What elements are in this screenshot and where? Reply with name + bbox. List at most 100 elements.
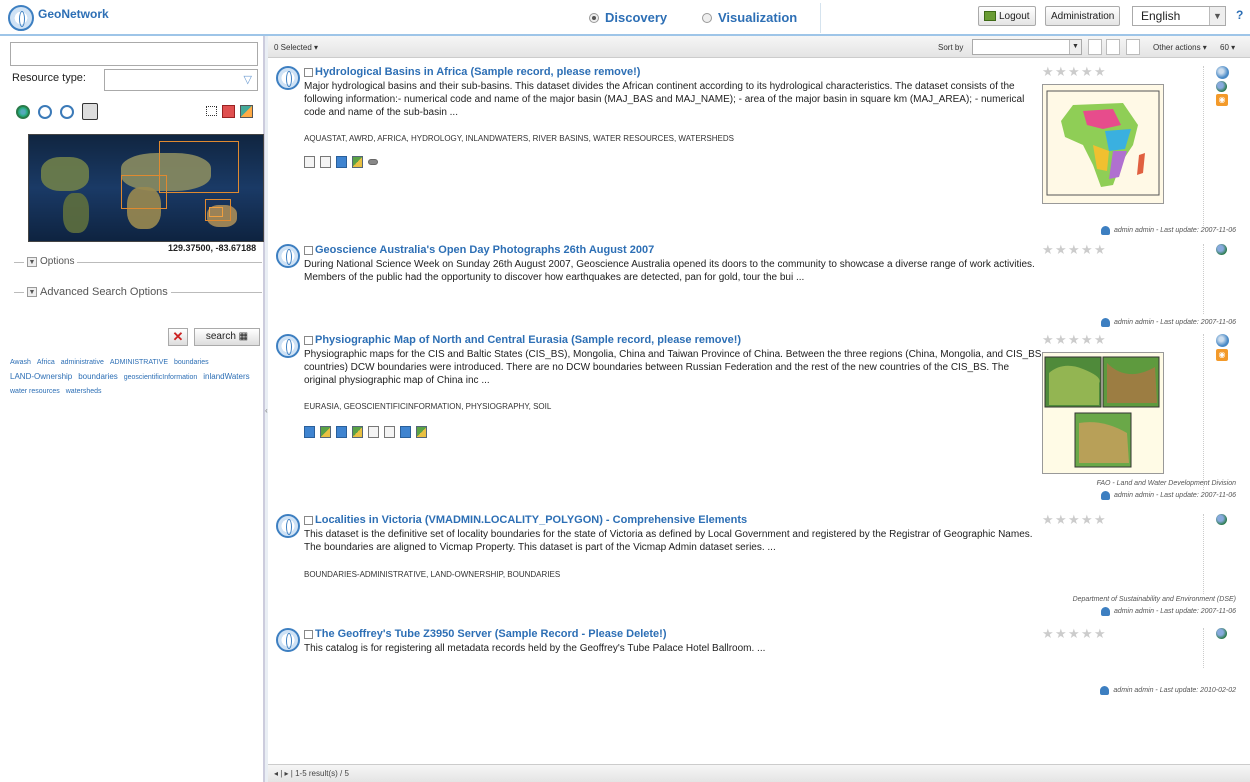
previous-page-button[interactable]: ◂ xyxy=(274,769,278,778)
app-title: GeoNetwork xyxy=(38,7,109,21)
map-icon[interactable] xyxy=(320,426,331,438)
page-size-menu[interactable]: 60 ▾ xyxy=(1220,43,1235,52)
rating-stars[interactable]: ★ ★ ★ ★ ★ xyxy=(1042,64,1107,79)
tag-link[interactable]: water resources xyxy=(10,385,60,399)
record-checkbox[interactable] xyxy=(304,336,313,345)
tag-link[interactable]: administrative xyxy=(61,356,104,370)
view-grid-button[interactable] xyxy=(1106,39,1120,55)
tag-link[interactable]: boundaries xyxy=(174,356,209,370)
map-toolbar xyxy=(12,102,260,124)
clear-extent-icon[interactable] xyxy=(222,105,235,118)
metadata-icon[interactable] xyxy=(384,426,395,438)
record-links xyxy=(304,156,383,170)
google-earth-icon[interactable] xyxy=(1216,628,1227,639)
advanced-search-toggle[interactable]: ▼ Advanced Search Options xyxy=(24,286,171,298)
search-input[interactable] xyxy=(10,42,258,66)
resource-type-select[interactable]: ▽ xyxy=(104,69,258,91)
rss-icon[interactable]: ◉ xyxy=(1216,349,1228,361)
zoom-out-icon[interactable] xyxy=(60,105,74,119)
user-icon xyxy=(1100,686,1110,695)
pan-hand-icon[interactable] xyxy=(82,103,98,120)
record-title[interactable]: Physiographic Map of North and Central E… xyxy=(315,334,741,346)
visualization-mode-radio[interactable]: Visualization xyxy=(702,10,797,25)
record-checkbox[interactable] xyxy=(304,246,313,255)
fao-logo-icon xyxy=(276,628,300,652)
view-full-button[interactable] xyxy=(1126,39,1140,55)
discovery-label: Discovery xyxy=(605,10,668,25)
language-value: English xyxy=(1141,9,1181,23)
zoom-extent-icon[interactable] xyxy=(16,105,30,119)
star-icon: ★ xyxy=(1042,626,1054,641)
star-icon: ★ xyxy=(1094,512,1106,527)
other-actions-menu[interactable]: Other actions ▾ xyxy=(1153,43,1207,52)
tag-link[interactable]: watersheds xyxy=(66,385,102,399)
record-checkbox[interactable] xyxy=(304,68,313,77)
logo[interactable]: GeoNetwork xyxy=(8,5,109,31)
google-earth-icon[interactable] xyxy=(1216,514,1227,525)
language-select[interactable]: English ▼ xyxy=(1132,6,1226,26)
tag-link[interactable]: Africa xyxy=(37,356,55,370)
user-icon xyxy=(1100,226,1110,235)
zoom-in-icon[interactable] xyxy=(38,105,52,119)
header: GeoNetwork Discovery Visualization Logou… xyxy=(0,0,1250,36)
star-icon: ★ xyxy=(1042,64,1054,79)
view-list-button[interactable] xyxy=(1088,39,1102,55)
rating-stars[interactable]: ★ ★ ★ ★ ★ xyxy=(1042,512,1107,527)
record-thumbnail[interactable] xyxy=(1042,84,1164,204)
rating-stars[interactable]: ★ ★ ★ ★ ★ xyxy=(1042,626,1107,641)
tag-link[interactable]: geoscientificInformation xyxy=(124,371,198,385)
google-earth-icon[interactable] xyxy=(1216,244,1227,255)
metadata-icon[interactable] xyxy=(368,426,379,438)
logout-button[interactable]: Logout xyxy=(978,6,1036,26)
record-keywords: AQUASTAT, AWRD, AFRICA, HYDROLOGY, INLAN… xyxy=(304,134,734,143)
clear-button[interactable]: ✕ xyxy=(168,328,188,346)
tag-link[interactable]: Awash xyxy=(10,356,31,370)
star-icon: ★ xyxy=(1042,512,1054,527)
map-icon[interactable] xyxy=(416,426,427,438)
tag-link[interactable]: ADMINISTRATIVE xyxy=(110,356,168,370)
metadata-icon[interactable] xyxy=(320,156,331,168)
rating-stars[interactable]: ★ ★ ★ ★ ★ xyxy=(1042,333,1107,346)
rating-stars[interactable]: ★ ★ ★ ★ ★ xyxy=(1042,243,1107,256)
chevron-down-icon: ▽ xyxy=(243,74,252,86)
selection-menu[interactable]: 0 Selected ▾ xyxy=(274,43,318,52)
record-checkbox[interactable] xyxy=(304,630,313,639)
draw-box-icon[interactable] xyxy=(206,106,217,116)
metadata-icon[interactable] xyxy=(304,156,315,168)
administration-button[interactable]: Administration xyxy=(1045,6,1121,26)
fao-logo-icon xyxy=(276,334,300,358)
download-icon[interactable] xyxy=(336,426,347,438)
record-meta: admin admin - Last update: 2010-02-02 xyxy=(1100,686,1236,695)
record-title[interactable]: Hydrological Basins in Africa (Sample re… xyxy=(315,66,640,78)
globe-icon[interactable] xyxy=(1216,66,1229,79)
layers-icon[interactable] xyxy=(240,105,253,118)
tag-link[interactable]: LAND-Ownership xyxy=(10,370,72,384)
help-link[interactable]: ? xyxy=(1236,8,1243,22)
map-icon[interactable] xyxy=(352,156,363,168)
tag-link[interactable]: inlandWaters xyxy=(203,370,249,384)
chevron-down-icon: ▼ xyxy=(1069,40,1081,54)
rss-icon[interactable]: ◉ xyxy=(1216,94,1228,106)
download-icon[interactable] xyxy=(336,156,347,168)
google-earth-icon[interactable] xyxy=(1216,81,1227,92)
map-icon[interactable] xyxy=(352,426,363,438)
record-title[interactable]: The Geoffrey's Tube Z3950 Server (Sample… xyxy=(315,628,667,640)
result-record: Hydrological Basins in Africa (Sample re… xyxy=(268,64,1250,236)
search-button[interactable]: search ▦ xyxy=(194,328,260,346)
download-icon[interactable] xyxy=(304,426,315,438)
sort-by-select[interactable]: ▼ xyxy=(972,39,1082,55)
star-icon: ★ xyxy=(1081,512,1093,527)
record-checkbox[interactable] xyxy=(304,516,313,525)
record-thumbnail[interactable] xyxy=(1042,352,1164,474)
discovery-mode-radio[interactable]: Discovery xyxy=(589,10,667,25)
record-title[interactable]: Geoscience Australia's Open Day Photogra… xyxy=(315,244,654,256)
next-page-button[interactable]: ▸ xyxy=(285,769,289,778)
link-icon[interactable] xyxy=(368,159,378,165)
download-icon[interactable] xyxy=(400,426,411,438)
overview-map[interactable] xyxy=(28,134,264,242)
options-toggle[interactable]: ▼ Options xyxy=(24,256,78,267)
globe-icon[interactable] xyxy=(1216,334,1229,347)
star-icon: ★ xyxy=(1068,512,1080,527)
record-title[interactable]: Localities in Victoria (VMADMIN.LOCALITY… xyxy=(315,514,747,526)
tag-link[interactable]: boundaries xyxy=(78,370,118,384)
